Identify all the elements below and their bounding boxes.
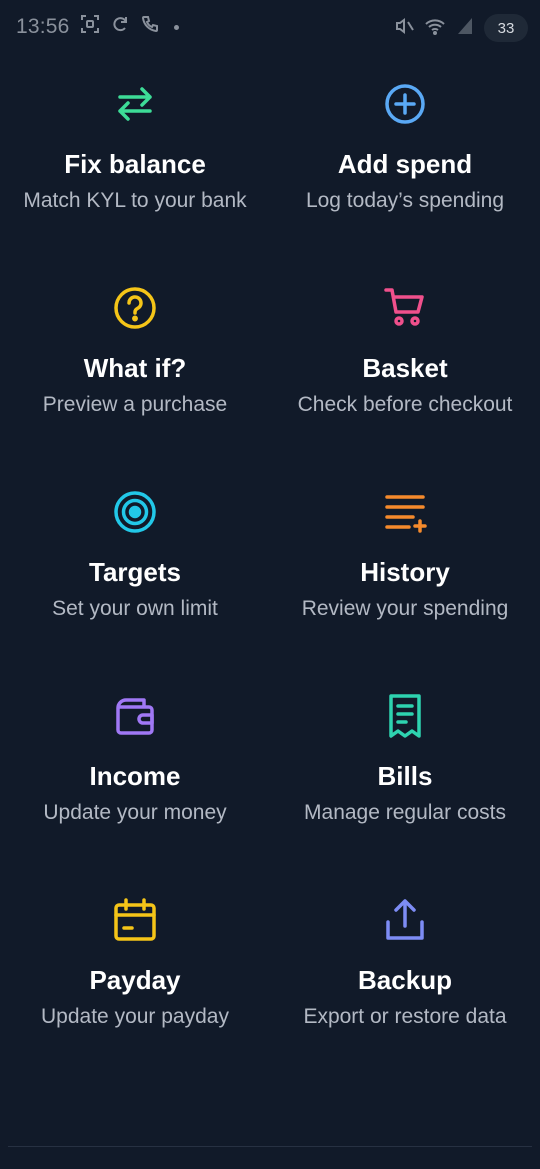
tile-title: Targets bbox=[89, 557, 181, 587]
tile-add-spend[interactable]: Add spend Log today’s spending bbox=[270, 72, 540, 276]
tile-subtitle: Update your money bbox=[43, 801, 227, 824]
calendar-icon bbox=[111, 896, 159, 944]
quick-actions-grid: Fix balance Match KYL to your bank Add s… bbox=[0, 72, 540, 1092]
signal-icon bbox=[456, 16, 474, 41]
tile-backup[interactable]: Backup Export or restore data bbox=[270, 888, 540, 1092]
list-icon bbox=[381, 488, 429, 536]
divider bbox=[8, 1146, 532, 1147]
tile-history[interactable]: History Review your spending bbox=[270, 480, 540, 684]
sync-icon bbox=[110, 14, 130, 40]
status-time: 13:56 bbox=[16, 15, 70, 38]
upload-icon bbox=[381, 896, 429, 944]
question-circle-icon bbox=[111, 284, 159, 332]
tile-title: Fix balance bbox=[64, 149, 206, 179]
call-icon bbox=[140, 14, 160, 40]
tile-title: Backup bbox=[358, 965, 452, 995]
swap-arrows-icon bbox=[111, 80, 159, 128]
tile-title: What if? bbox=[83, 353, 187, 383]
battery-indicator: 33 bbox=[484, 14, 528, 42]
wallet-icon bbox=[111, 692, 159, 740]
cart-icon bbox=[381, 284, 429, 332]
tile-fix-balance[interactable]: Fix balance Match KYL to your bank bbox=[0, 72, 270, 276]
tile-subtitle: Export or restore data bbox=[303, 1005, 507, 1028]
notification-dot-icon bbox=[173, 24, 179, 30]
status-bar: 13:56 33 bbox=[0, 0, 540, 56]
tile-subtitle: Update your payday bbox=[41, 1005, 229, 1028]
tile-payday[interactable]: Payday Update your payday bbox=[0, 888, 270, 1092]
tile-title: Bills bbox=[377, 761, 433, 791]
tile-subtitle: Manage regular costs bbox=[304, 801, 506, 824]
receipt-icon bbox=[381, 692, 429, 740]
tile-what-if[interactable]: What if? Preview a purchase bbox=[0, 276, 270, 480]
tile-subtitle: Review your spending bbox=[301, 597, 509, 620]
tile-targets[interactable]: Targets Set your own limit bbox=[0, 480, 270, 684]
tile-subtitle: Log today’s spending bbox=[305, 189, 505, 212]
tile-subtitle: Set your own limit bbox=[52, 597, 218, 620]
tile-income[interactable]: Income Update your money bbox=[0, 684, 270, 888]
wifi-icon bbox=[424, 16, 446, 41]
tile-subtitle: Check before checkout bbox=[297, 393, 513, 416]
tile-title: History bbox=[360, 557, 450, 587]
tile-subtitle: Match KYL to your bank bbox=[23, 189, 247, 212]
tile-basket[interactable]: Basket Check before checkout bbox=[270, 276, 540, 480]
tile-subtitle: Preview a purchase bbox=[42, 393, 228, 416]
tile-title: Basket bbox=[362, 353, 448, 383]
target-icon bbox=[111, 488, 159, 536]
mute-icon bbox=[394, 16, 414, 41]
plus-circle-icon bbox=[381, 80, 429, 128]
tile-bills[interactable]: Bills Manage regular costs bbox=[270, 684, 540, 888]
tile-title: Income bbox=[89, 761, 181, 791]
tile-title: Payday bbox=[89, 965, 181, 995]
screenshot-icon bbox=[80, 14, 100, 40]
tile-title: Add spend bbox=[337, 149, 473, 179]
